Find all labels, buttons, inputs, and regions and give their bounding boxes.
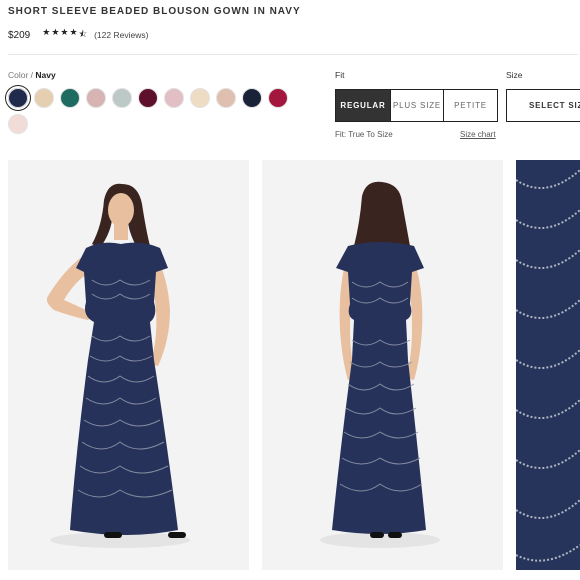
color-swatch-nude[interactable]	[190, 88, 210, 108]
fit-label: Fit	[335, 70, 345, 80]
color-swatch-midnight[interactable]	[242, 88, 262, 108]
size-chart-link[interactable]: Size chart	[460, 130, 496, 139]
color-swatch-burgundy[interactable]	[138, 88, 158, 108]
product-title: SHORT SLEEVE BEADED BLOUSON GOWN IN NAVY	[8, 6, 301, 17]
color-label: Color / Navy	[8, 70, 56, 80]
rating-stars[interactable]: ★ ★ ★ ★ ⯪	[42, 27, 88, 43]
fit-note: Fit: True To Size	[335, 130, 393, 139]
color-swatch-raspberry[interactable]	[268, 88, 288, 108]
fit-regular-button[interactable]: REGULAR	[335, 89, 391, 122]
size-label: Size	[506, 70, 523, 80]
reviews-link[interactable]: (122 Reviews)	[94, 30, 148, 40]
star-icon: ★	[51, 27, 61, 37]
product-price: $209	[8, 29, 31, 41]
bead-detail-illustration	[516, 160, 580, 570]
divider	[8, 54, 578, 55]
star-icon: ★	[69, 27, 79, 37]
color-swatch-champagne-beaded[interactable]	[34, 88, 54, 108]
fit-options: REGULAR PLUS SIZE PETITE	[335, 89, 498, 122]
color-swatch-teal[interactable]	[60, 88, 80, 108]
color-label-text: Color /	[8, 70, 36, 80]
color-swatch-rose-gold[interactable]	[216, 88, 236, 108]
fit-petite-button[interactable]: PETITE	[443, 89, 498, 122]
color-swatch-blush-pink[interactable]	[86, 88, 106, 108]
product-image-front[interactable]	[8, 160, 249, 570]
color-swatch-light-blush[interactable]	[8, 114, 28, 134]
color-swatch-mint-grey[interactable]	[112, 88, 132, 108]
model-back-illustration	[262, 160, 503, 570]
product-image-detail[interactable]	[516, 160, 580, 570]
selected-color-name: Navy	[35, 70, 56, 80]
star-icon: ★	[60, 27, 70, 37]
fit-plus-size-button[interactable]: PLUS SIZE	[390, 89, 444, 122]
half-star-icon: ⯪	[78, 29, 89, 39]
model-front-illustration	[8, 160, 249, 570]
price-rating-row: $209 ★ ★ ★ ★ ⯪ (122 Reviews)	[8, 27, 148, 43]
star-icon: ★	[42, 27, 52, 37]
size-select[interactable]: SELECT SIZE	[506, 89, 580, 122]
color-swatches	[6, 86, 288, 134]
product-image-back[interactable]	[262, 160, 503, 570]
color-swatch-navy[interactable]	[6, 86, 30, 110]
color-swatch-rose[interactable]	[164, 88, 184, 108]
